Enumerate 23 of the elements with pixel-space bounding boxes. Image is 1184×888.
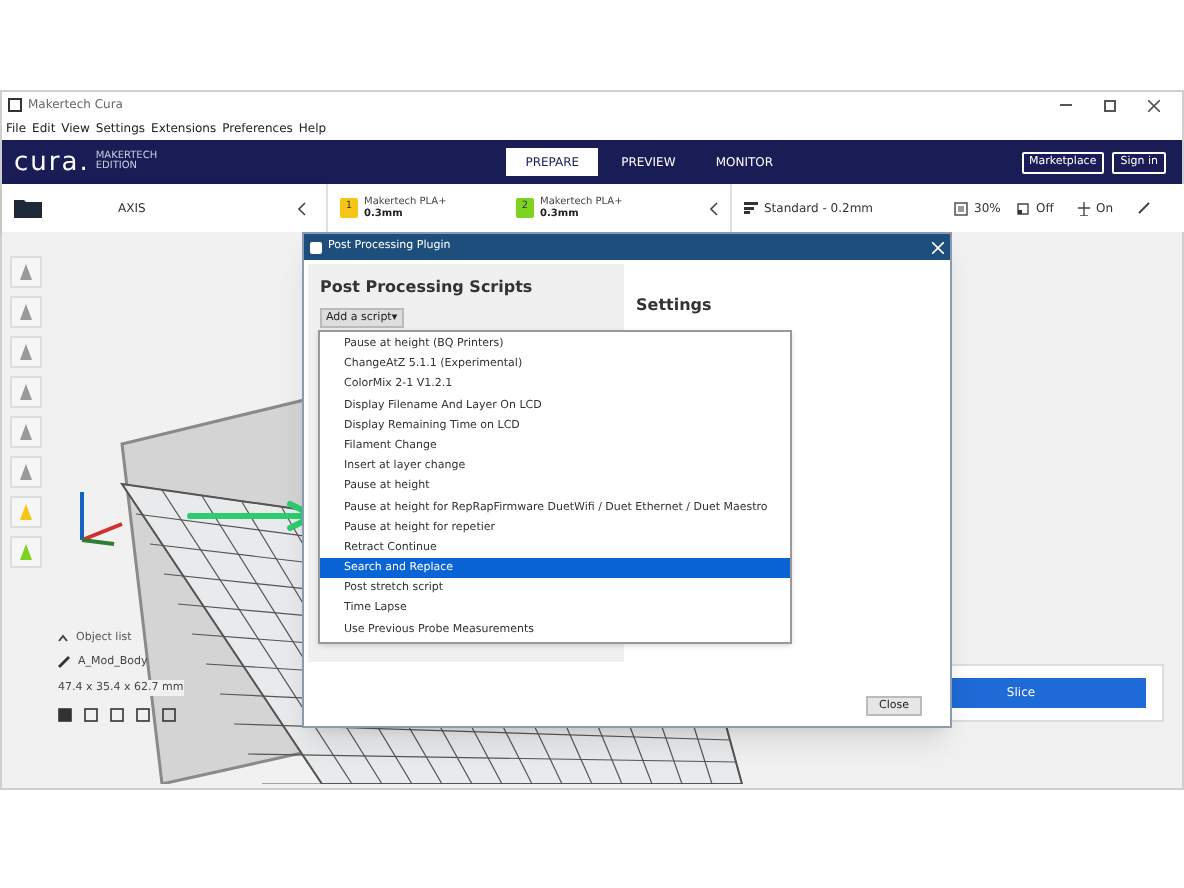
- maximize-icon[interactable]: [1104, 99, 1116, 111]
- support-icon: [1016, 201, 1030, 215]
- tool-icon[interactable]: [10, 256, 42, 288]
- folder-icon[interactable]: [2, 184, 54, 232]
- infill-icon: [954, 201, 968, 215]
- tool-icon[interactable]: [10, 416, 42, 448]
- caret-up-icon[interactable]: [58, 634, 68, 643]
- edit-icon[interactable]: [1138, 202, 1150, 214]
- close-icon[interactable]: [1148, 99, 1160, 111]
- logo-wordmark: cura.: [14, 149, 90, 175]
- tool-icon[interactable]: [10, 456, 42, 488]
- tool-icon[interactable]: [10, 336, 42, 368]
- chevron-left-icon[interactable]: [298, 201, 306, 215]
- scripts-heading: Post Processing Scripts: [320, 276, 533, 300]
- tool-icon[interactable]: [10, 296, 42, 328]
- pencil-icon: [58, 656, 70, 669]
- adhesion-icon: [1078, 201, 1090, 215]
- app-icon: [8, 98, 22, 112]
- profile-icon: [744, 202, 758, 214]
- chevron-left-icon[interactable]: [710, 201, 718, 215]
- settings-heading: Settings: [636, 296, 712, 314]
- tool-icon[interactable]: [10, 376, 42, 408]
- app-icon: [310, 241, 322, 253]
